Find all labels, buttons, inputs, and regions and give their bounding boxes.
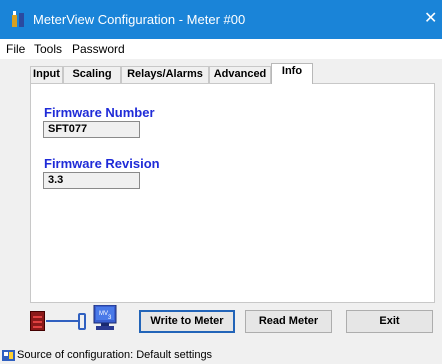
app-icon: [12, 11, 24, 27]
status-text: Source of configuration: Default setting…: [17, 349, 213, 361]
firmware-revision-label: Firmware Revision: [44, 156, 160, 171]
svg-text:MV: MV: [99, 311, 108, 317]
tab-scaling[interactable]: Scaling: [63, 66, 121, 83]
settings-status-icon: [2, 350, 15, 361]
tab-input[interactable]: Input: [30, 66, 63, 83]
menu-password[interactable]: Password: [72, 42, 125, 56]
connector-icon: [78, 313, 86, 330]
computer-icon: MV 3: [93, 305, 117, 330]
title-bar: MeterView Configuration - Meter #00 ✕: [0, 0, 442, 39]
menu-tools[interactable]: Tools: [34, 42, 62, 56]
tab-info[interactable]: Info: [271, 63, 313, 84]
connection-line: [46, 320, 78, 322]
tab-relays-alarms[interactable]: Relays/Alarms: [121, 66, 209, 83]
exit-button[interactable]: Exit: [346, 310, 433, 333]
close-icon[interactable]: ✕: [424, 8, 437, 28]
menu-file[interactable]: File: [6, 42, 25, 56]
tab-advanced[interactable]: Advanced: [209, 66, 271, 83]
menu-bar: File Tools Password: [0, 39, 442, 59]
meter-icon: [30, 311, 45, 331]
firmware-revision-field: 3.3: [43, 172, 140, 189]
firmware-number-label: Firmware Number: [44, 105, 155, 120]
info-panel: Firmware Number SFT077 Firmware Revision…: [30, 83, 435, 303]
status-bar: Source of configuration: Default setting…: [0, 346, 442, 364]
read-meter-button[interactable]: Read Meter: [245, 310, 332, 333]
window-title: MeterView Configuration - Meter #00: [33, 12, 246, 27]
write-to-meter-button[interactable]: Write to Meter: [139, 310, 235, 333]
tab-strip: Input Scaling Relays/Alarms Advanced Inf…: [0, 59, 442, 84]
firmware-number-field: SFT077: [43, 121, 140, 138]
